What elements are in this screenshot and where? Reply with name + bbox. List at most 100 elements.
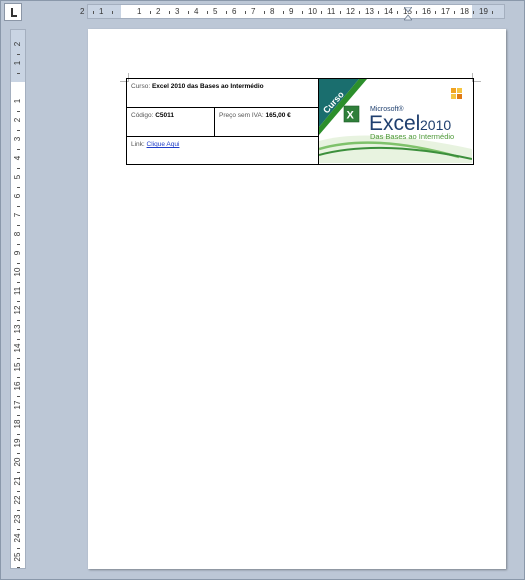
- ruler-minor-tick: [17, 452, 20, 454]
- ruler-tick-label: 13: [13, 324, 22, 334]
- ruler-tick-label: 25: [13, 552, 22, 562]
- ruler-tick-label: 6: [232, 7, 237, 16]
- ruler-right-margin: [472, 5, 504, 18]
- ruler-tick-label: 2: [156, 7, 161, 16]
- ruler-tick-label: 11: [327, 7, 336, 16]
- ruler-minor-tick: [17, 262, 20, 264]
- ruler-minor-tick: [244, 11, 246, 14]
- logo-version-text: 2010: [420, 117, 451, 133]
- course-name-cell[interactable]: Curso: Excel 2010 das Bases ao Intermédi…: [126, 78, 319, 108]
- ruler-minor-tick: [17, 566, 20, 568]
- svg-text:X: X: [347, 110, 355, 122]
- ruler-tick-label: 9: [13, 250, 22, 256]
- ruler-tick-label: 3: [175, 7, 180, 16]
- course-code-cell[interactable]: Código: C5011: [126, 107, 215, 137]
- vertical-ruler[interactable]: 2 1 1 2 3 4 5 6 7 8 9 10 11 12 13 14 15 16 17 18 19 20 21 22 23 2…: [10, 29, 26, 569]
- ruler-minor-tick: [17, 281, 20, 283]
- ruler-minor-tick: [17, 319, 20, 321]
- ruler-minor-tick: [17, 224, 20, 226]
- ruler-tick-label: 14: [384, 7, 393, 16]
- ruler-minor-tick: [149, 11, 151, 14]
- ruler-minor-tick: [301, 11, 303, 14]
- ruler-minor-tick: [263, 11, 265, 14]
- ruler-tick-label: 5: [13, 174, 22, 180]
- horizontal-ruler[interactable]: 2112345678910111213141516171819: [80, 4, 505, 21]
- ruler-tick-label: 5: [213, 7, 218, 16]
- ruler-minor-tick: [206, 11, 208, 14]
- document-page[interactable]: Curso: Excel 2010 das Bases ao Intermédi…: [88, 29, 506, 569]
- ruler-minor-tick: [339, 11, 341, 14]
- ruler-tick-label: 15: [13, 362, 22, 372]
- ruler-tick-label: 9: [289, 7, 294, 16]
- ruler-minor-tick: [415, 11, 417, 14]
- ruler-tick-label: 13: [365, 7, 374, 16]
- ruler-tick-label: 3: [13, 136, 22, 142]
- course-price-label: Preço sem IVA:: [219, 112, 264, 119]
- course-name-label: Curso:: [131, 83, 151, 90]
- ruler-tick-label: 1: [13, 98, 22, 104]
- ruler-minor-tick: [17, 53, 20, 55]
- ruler-minor-tick: [17, 72, 20, 74]
- ruler-tick-label: 21: [13, 476, 22, 486]
- ruler-minor-tick: [17, 167, 20, 169]
- ruler-minor-tick: [17, 205, 20, 207]
- ruler-tick-label: 18: [460, 7, 469, 16]
- ruler-minor-tick: [17, 547, 20, 549]
- ruler-tick-label: 1: [137, 7, 142, 16]
- ruler-tick-label: 12: [13, 305, 22, 315]
- course-logo-cell: Curso X Microsoft® Excel 2010 Das Bases: [318, 78, 474, 165]
- ruler-tick-label: 17: [441, 7, 450, 16]
- ruler-tick-label: 16: [422, 7, 431, 16]
- ruler-tick-label: 18: [13, 419, 22, 429]
- ruler-minor-tick: [377, 11, 379, 14]
- ruler-minor-tick: [17, 338, 20, 340]
- ruler-tick-label: 1: [99, 7, 104, 16]
- course-link[interactable]: Clique Aqui: [147, 141, 180, 148]
- course-code-value: C5011: [155, 112, 175, 119]
- ruler-tick-label: 10: [308, 7, 317, 16]
- ruler-minor-tick: [17, 357, 20, 359]
- ruler-minor-tick: [17, 110, 20, 112]
- ruler-tick-label: 11: [13, 286, 22, 296]
- ruler-minor-tick: [17, 243, 20, 245]
- ruler-tick-label: 1: [13, 60, 22, 66]
- ruler-tick-label: 2: [13, 41, 22, 47]
- ruler-minor-tick: [491, 11, 493, 14]
- ruler-minor-tick: [168, 11, 170, 14]
- ruler-tick-label: 12: [346, 7, 355, 16]
- ruler-minor-tick: [111, 11, 113, 14]
- ruler-tick-label: 24: [13, 533, 22, 543]
- ruler-minor-tick: [17, 148, 20, 150]
- ruler-minor-tick: [17, 528, 20, 530]
- logo-subtitle-text: Das Bases ao Intermédio: [370, 132, 454, 141]
- ruler-tick-label: 16: [13, 381, 22, 391]
- excel-icon: X: [343, 105, 360, 123]
- course-code-label: Código:: [131, 112, 154, 119]
- ruler-tick-label: 2: [80, 7, 85, 16]
- ruler-minor-tick: [453, 11, 455, 14]
- ruler-minor-tick: [17, 414, 20, 416]
- ruler-minor-tick: [17, 129, 20, 131]
- ruler-tick-label: 8: [13, 231, 22, 237]
- ruler-minor-tick: [17, 471, 20, 473]
- ruler-minor-tick: [17, 300, 20, 302]
- ruler-tick-label: 20: [13, 457, 22, 467]
- ruler-minor-tick: [17, 186, 20, 188]
- ruler-tick-label: 4: [13, 155, 22, 161]
- ruler-minor-tick: [17, 433, 20, 435]
- course-link-label: Link:: [131, 141, 145, 148]
- course-info-table[interactable]: Curso: Excel 2010 das Bases ao Intermédi…: [126, 78, 474, 165]
- ruler-minor-tick: [187, 11, 189, 14]
- course-price-cell[interactable]: Preço sem IVA: 165,00 €: [214, 107, 319, 137]
- ruler-tick-label: 10: [13, 267, 22, 277]
- indent-marker-icon[interactable]: [404, 7, 412, 21]
- ruler-tick-label: 22: [13, 495, 22, 505]
- ruler-minor-tick: [396, 11, 398, 14]
- course-link-cell[interactable]: Link: Clique Aqui: [126, 136, 319, 165]
- ruler-tick-label: 7: [251, 7, 256, 16]
- ruler-tick-label: 19: [13, 438, 22, 448]
- excel-2010-course-logo: Curso X Microsoft® Excel 2010 Das Bases: [319, 79, 472, 163]
- tab-selector-button[interactable]: [4, 3, 22, 21]
- ruler-tick-label: 8: [270, 7, 275, 16]
- ruler-tick-label: 7: [13, 212, 22, 218]
